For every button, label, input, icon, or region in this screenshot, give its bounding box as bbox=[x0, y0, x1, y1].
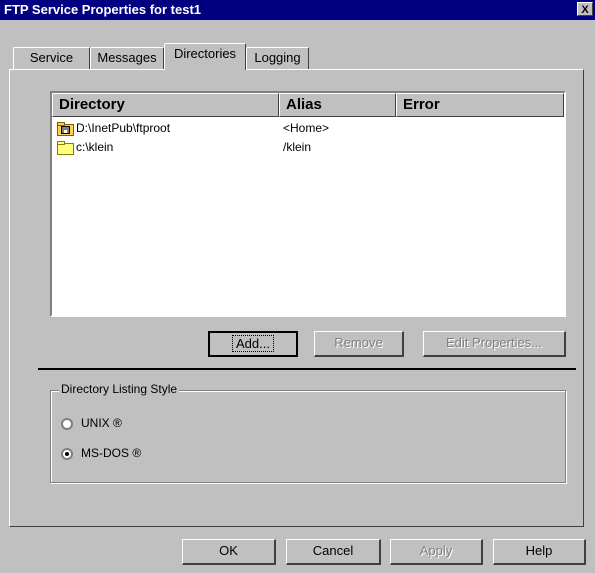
table-row[interactable]: D:\InetPub\ftproot <Home> bbox=[52, 120, 564, 138]
table-row[interactable]: c:\klein /klein bbox=[52, 139, 564, 157]
ok-button[interactable]: OK bbox=[182, 539, 276, 565]
window-title: FTP Service Properties for test1 bbox=[4, 2, 202, 17]
title-bar: FTP Service Properties for test1 X bbox=[0, 0, 595, 20]
cancel-button-label: Cancel bbox=[312, 543, 354, 558]
ok-button-label: OK bbox=[219, 543, 238, 558]
apply-button-label: Apply bbox=[419, 543, 453, 558]
home-directory-icon bbox=[57, 121, 74, 136]
tab-logging[interactable]: Logging bbox=[246, 47, 309, 69]
tab-messages[interactable]: Messages bbox=[90, 47, 164, 69]
msdos-radio-button[interactable] bbox=[61, 448, 73, 460]
folder-icon bbox=[57, 140, 74, 155]
separator-line bbox=[38, 368, 576, 370]
column-header-alias[interactable]: Alias bbox=[279, 93, 396, 117]
column-header-alias-label: Alias bbox=[286, 96, 322, 113]
directory-alias: <Home> bbox=[283, 121, 330, 135]
tab-directories[interactable]: Directories bbox=[164, 43, 246, 70]
cancel-button[interactable]: Cancel bbox=[286, 539, 381, 565]
remove-button-label: Remove bbox=[334, 335, 383, 350]
help-button[interactable]: Help bbox=[493, 539, 586, 565]
edit-properties-button-label: Edit Properties... bbox=[445, 335, 543, 350]
close-icon: X bbox=[581, 4, 589, 16]
unix-radio-label: UNIX ® bbox=[81, 416, 122, 430]
apply-button[interactable]: Apply bbox=[390, 539, 483, 565]
radio-selected-dot bbox=[65, 452, 69, 456]
tab-service[interactable]: Service bbox=[13, 47, 90, 69]
remove-button[interactable]: Remove bbox=[314, 331, 404, 357]
help-button-label: Help bbox=[525, 543, 553, 558]
directory-alias: /klein bbox=[283, 140, 312, 154]
tab-logging-label: Logging bbox=[254, 50, 301, 65]
add-button[interactable]: Add... bbox=[208, 331, 298, 357]
tab-messages-label: Messages bbox=[97, 50, 157, 65]
edit-properties-button[interactable]: Edit Properties... bbox=[423, 331, 566, 357]
add-button-label: Add... bbox=[232, 335, 274, 352]
listing-style-group-label: Directory Listing Style bbox=[59, 382, 180, 396]
tab-service-label: Service bbox=[29, 50, 74, 65]
tab-directories-label: Directories bbox=[173, 46, 237, 61]
directory-path: c:\klein bbox=[76, 140, 114, 154]
unix-radio-button[interactable] bbox=[61, 418, 73, 430]
close-button[interactable]: X bbox=[577, 2, 593, 16]
column-header-error[interactable]: Error bbox=[396, 93, 564, 117]
directory-list[interactable]: Directory Alias Error D:\InetPub\ftproot… bbox=[50, 91, 566, 317]
column-header-directory[interactable]: Directory bbox=[52, 93, 279, 117]
msdos-radio-label: MS-DOS ® bbox=[81, 446, 142, 460]
column-header-directory-label: Directory bbox=[59, 96, 125, 113]
column-header-error-label: Error bbox=[403, 96, 440, 113]
directory-path: D:\InetPub\ftproot bbox=[76, 121, 171, 135]
listing-style-group: Directory Listing Style UNIX ® MS-DOS ® bbox=[50, 382, 566, 483]
